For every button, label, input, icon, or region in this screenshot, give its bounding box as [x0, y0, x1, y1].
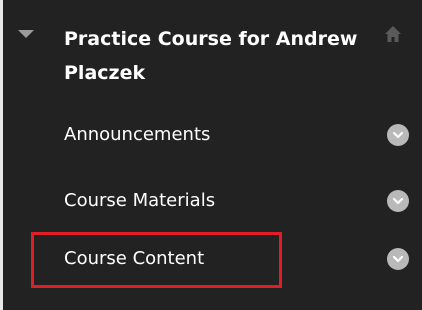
menu-item-label[interactable]: Course Materials [64, 188, 215, 214]
course-title[interactable]: Practice Course for Andrew Placzek [64, 22, 364, 90]
highlight-box [31, 232, 282, 288]
menu-item-label[interactable]: Announcements [64, 122, 210, 148]
course-menu-panel: Practice Course for Andrew Placzek Annou… [0, 0, 422, 310]
chevron-down-icon[interactable] [387, 124, 409, 146]
chevron-down-icon[interactable] [387, 248, 409, 270]
menu-item-announcements[interactable]: Announcements [0, 108, 422, 164]
home-icon[interactable] [384, 25, 402, 43]
chevron-down-icon[interactable] [387, 190, 409, 212]
menu-item-course-materials[interactable]: Course Materials [0, 174, 422, 230]
collapse-arrow-icon[interactable] [18, 30, 34, 38]
